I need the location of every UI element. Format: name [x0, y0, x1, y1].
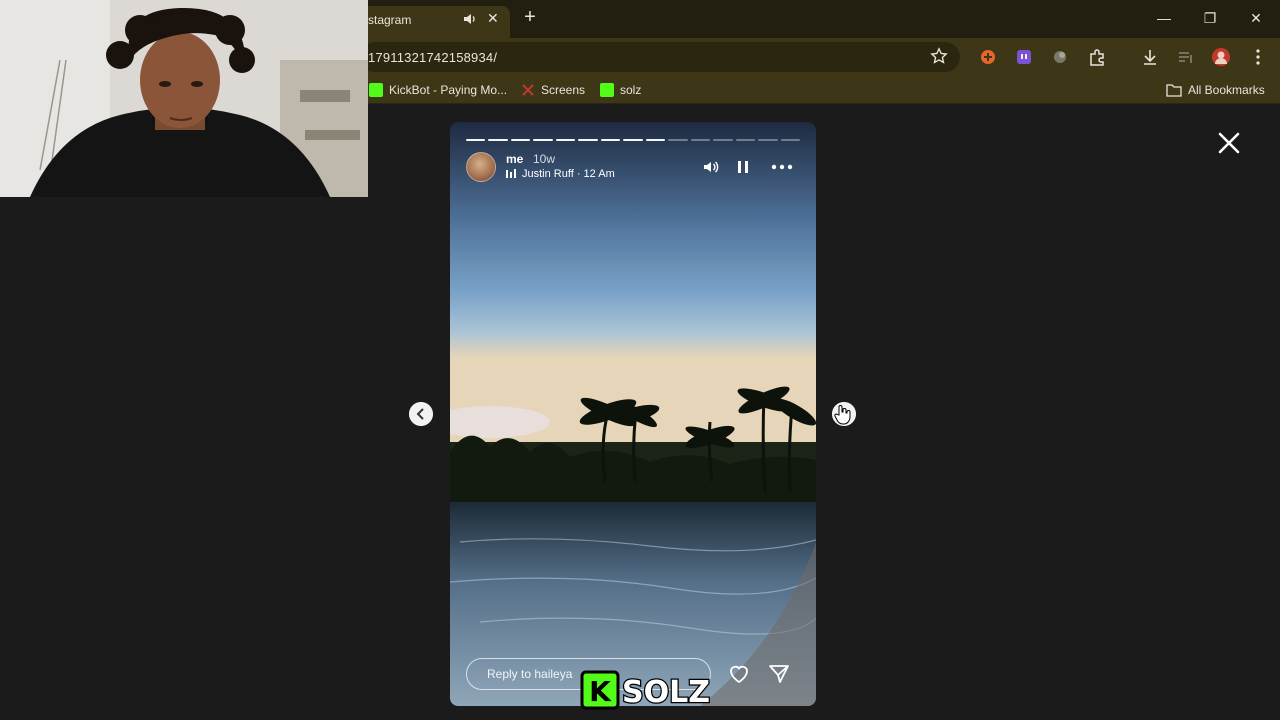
- extension-grey-icon[interactable]: [1050, 47, 1070, 67]
- progress-segment: [780, 139, 801, 141]
- bookmark-kickbot[interactable]: KickBot - Paying Mo...: [369, 82, 507, 98]
- progress-segment: [600, 139, 621, 141]
- progress-segment: [713, 139, 733, 141]
- webcam-feed: [0, 0, 368, 197]
- progress-segment: [578, 139, 598, 141]
- story-progress-bar: [466, 139, 801, 141]
- tab-close-button[interactable]: ✕: [487, 10, 499, 27]
- kebab-menu-icon[interactable]: [1248, 47, 1268, 67]
- story-card[interactable]: me 10w Justin Ruff · 12 Am Reply to hail…: [450, 122, 816, 706]
- profile-avatar-icon[interactable]: [1211, 47, 1231, 67]
- twitch-icon[interactable]: [1014, 47, 1034, 67]
- progress-segment: [555, 139, 576, 141]
- ksolz-watermark-logo: K SOLZ: [580, 670, 711, 711]
- bookmark-label: solz: [620, 83, 642, 97]
- progress-segment: [735, 139, 756, 141]
- speaker-icon[interactable]: [462, 11, 478, 27]
- webcam-overlay: [0, 0, 368, 197]
- avatar[interactable]: [466, 152, 496, 182]
- progress-segment: [668, 139, 688, 141]
- story-music-info[interactable]: Justin Ruff · 12 Am: [506, 168, 615, 180]
- new-tab-button[interactable]: +: [521, 6, 539, 28]
- bookmark-solz[interactable]: solz: [600, 82, 641, 98]
- music-label: Justin Ruff · 12 Am: [522, 168, 615, 180]
- kick-k-icon: [600, 83, 614, 97]
- story-age: 10w: [533, 152, 556, 166]
- all-bookmarks-label: All Bookmarks: [1188, 83, 1265, 97]
- kick-green-icon: [369, 83, 383, 97]
- screens-icon: [522, 84, 534, 96]
- hand-cursor-icon: [834, 405, 851, 425]
- story-header: me 10w Justin Ruff · 12 Am: [466, 152, 800, 184]
- previous-story-button[interactable]: [409, 402, 433, 426]
- url-text[interactable]: 17911321742158934/: [368, 50, 497, 65]
- story-username[interactable]: me: [506, 152, 523, 166]
- extensions-puzzle-icon[interactable]: [1087, 47, 1107, 67]
- folder-icon: [1166, 84, 1182, 97]
- all-bookmarks-button[interactable]: All Bookmarks: [1166, 82, 1265, 98]
- bookmark-label: Screens: [541, 83, 586, 97]
- address-bar[interactable]: 17911321742158934/: [360, 42, 960, 72]
- reply-placeholder: Reply to haileya: [487, 667, 573, 681]
- progress-segment: [690, 139, 711, 141]
- bookmark-star-icon[interactable]: [930, 47, 948, 65]
- bookmark-label: KickBot - Paying Mo...: [389, 83, 508, 97]
- close-window-button[interactable]: ✕: [1246, 8, 1266, 28]
- volume-icon[interactable]: [702, 158, 720, 176]
- beach-sunset-photo: [450, 122, 816, 706]
- svg-text:K: K: [589, 675, 612, 708]
- download-icon[interactable]: [1140, 47, 1160, 67]
- progress-segment: [466, 139, 486, 141]
- more-options-icon[interactable]: [770, 158, 794, 176]
- pause-icon[interactable]: [734, 158, 752, 176]
- browser-tab-active[interactable]: stagram ✕: [360, 6, 510, 38]
- progress-segment: [488, 139, 508, 141]
- progress-segment: [510, 139, 531, 141]
- tab-title: stagram: [368, 13, 412, 27]
- progress-segment: [758, 139, 778, 141]
- media-control-icon[interactable]: [1176, 47, 1196, 67]
- restore-button[interactable]: ❐: [1200, 8, 1220, 28]
- close-story-icon[interactable]: [1216, 130, 1242, 156]
- music-bars-icon: [506, 169, 516, 178]
- extension-orange-icon[interactable]: [978, 47, 998, 67]
- svg-text:SOLZ: SOLZ: [622, 675, 710, 710]
- bookmark-screens[interactable]: Screens: [521, 82, 585, 98]
- heart-icon[interactable]: [727, 662, 751, 686]
- progress-segment: [533, 139, 553, 141]
- share-send-icon[interactable]: [767, 662, 791, 686]
- minimize-button[interactable]: —: [1154, 8, 1174, 28]
- progress-segment: [623, 139, 643, 141]
- progress-segment: [645, 139, 666, 141]
